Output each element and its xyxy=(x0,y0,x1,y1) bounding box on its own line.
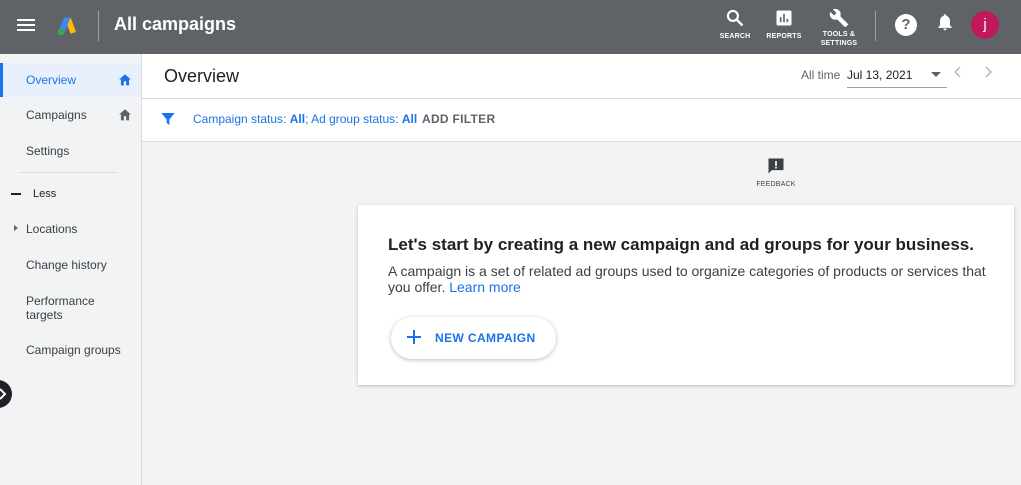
search-label: SEARCH xyxy=(719,33,751,40)
sidebar-item-label: Change history xyxy=(26,258,107,272)
sidebar: Overview Campaigns Settings Less Locatio… xyxy=(0,54,142,485)
top-divider-right xyxy=(875,11,876,41)
reports-tool-button[interactable]: REPORTS xyxy=(764,8,804,41)
sidebar-item-label: Campaign groups xyxy=(26,343,121,357)
get-started-card: Let's start by creating a new campaign a… xyxy=(358,205,1014,385)
active-filters[interactable]: Campaign status: All; Ad group status: A… xyxy=(193,112,417,126)
reports-icon xyxy=(776,10,792,26)
date-value: Jul 13, 2021 xyxy=(847,68,913,82)
add-filter-button[interactable]: ADD FILTER xyxy=(422,112,495,126)
sidebar-item-label: Performance targets xyxy=(26,294,95,322)
date-range-select[interactable]: Jul 13, 2021 xyxy=(847,64,947,88)
top-bar: All campaigns SEARCH REPORTS TOOLS & SET… xyxy=(0,0,1021,54)
sidebar-item-label: Less xyxy=(33,188,57,200)
search-icon xyxy=(726,9,744,27)
expand-caret-icon xyxy=(14,225,18,231)
campaign-status-label: Campaign status: xyxy=(193,112,290,126)
sidebar-divider xyxy=(20,172,118,173)
campaign-status-value: All xyxy=(289,112,306,126)
help-icon[interactable]: ? xyxy=(895,14,917,36)
card-description: A campaign is a set of related ad groups… xyxy=(388,263,1003,295)
chevron-down-icon xyxy=(931,72,941,77)
feedback-label: FEEDBACK xyxy=(756,181,796,188)
search-tool-button[interactable]: SEARCH xyxy=(717,8,753,41)
ad-group-status-label: Ad group status: xyxy=(311,112,402,126)
main-content: FEEDBACK Let's start by creating a new c… xyxy=(142,142,1021,485)
home-icon xyxy=(119,109,131,121)
page-heading: All campaigns xyxy=(114,14,237,34)
wrench-icon xyxy=(829,8,849,28)
sidebar-item-overview[interactable]: Overview xyxy=(0,63,141,97)
plus-icon xyxy=(407,330,421,344)
feedback-button[interactable]: FEEDBACK xyxy=(754,156,798,188)
card-title: Let's start by creating a new campaign a… xyxy=(388,235,974,254)
page-title: Overview xyxy=(164,66,240,86)
next-period-icon[interactable] xyxy=(985,66,993,78)
sidebar-item-change-history[interactable]: Change history xyxy=(0,256,141,276)
sidebar-item-label: Campaigns xyxy=(26,108,87,122)
sidebar-item-settings[interactable]: Settings xyxy=(0,142,141,162)
home-icon xyxy=(119,74,131,86)
tools-label-line2: SETTINGS xyxy=(820,40,858,47)
minus-icon xyxy=(11,193,21,195)
reports-label: REPORTS xyxy=(766,33,802,40)
tools-label: TOOLS & SETTINGS xyxy=(814,30,864,48)
sidebar-item-label: Settings xyxy=(26,144,70,158)
top-divider xyxy=(98,11,99,41)
google-ads-logo[interactable] xyxy=(55,14,79,38)
notifications-bell-icon[interactable] xyxy=(935,11,955,33)
sidebar-item-locations[interactable]: Locations xyxy=(0,220,141,240)
sidebar-item-less[interactable]: Less xyxy=(0,186,141,204)
overview-header: Overview All time Jul 13, 2021 xyxy=(142,54,1021,99)
filter-icon[interactable] xyxy=(160,111,176,127)
sidebar-item-label: Overview xyxy=(26,73,77,87)
feedback-icon xyxy=(768,158,784,174)
chevron-right-icon xyxy=(0,388,7,400)
account-avatar[interactable]: j xyxy=(971,11,999,39)
ad-group-status-value: All xyxy=(401,112,418,126)
sidebar-item-campaigns[interactable]: Campaigns xyxy=(0,106,141,126)
tools-settings-button[interactable]: TOOLS & SETTINGS xyxy=(814,8,864,48)
sidebar-item-campaign-groups[interactable]: Campaign groups xyxy=(0,341,141,361)
date-range-label: All time xyxy=(801,68,841,82)
new-campaign-button[interactable]: NEW CAMPAIGN xyxy=(391,317,556,359)
filter-bar: Campaign status: All; Ad group status: A… xyxy=(142,99,1021,142)
sidebar-item-performance-targets[interactable]: Performance targets xyxy=(0,292,141,324)
learn-more-link[interactable]: Learn more xyxy=(449,279,521,295)
new-campaign-label: NEW CAMPAIGN xyxy=(435,331,536,345)
sidebar-toggle-button[interactable] xyxy=(0,380,12,408)
sidebar-item-label: Locations xyxy=(26,222,78,236)
previous-period-icon[interactable] xyxy=(954,66,962,78)
tools-label-line1: TOOLS & xyxy=(822,31,856,38)
menu-icon[interactable] xyxy=(16,16,36,36)
